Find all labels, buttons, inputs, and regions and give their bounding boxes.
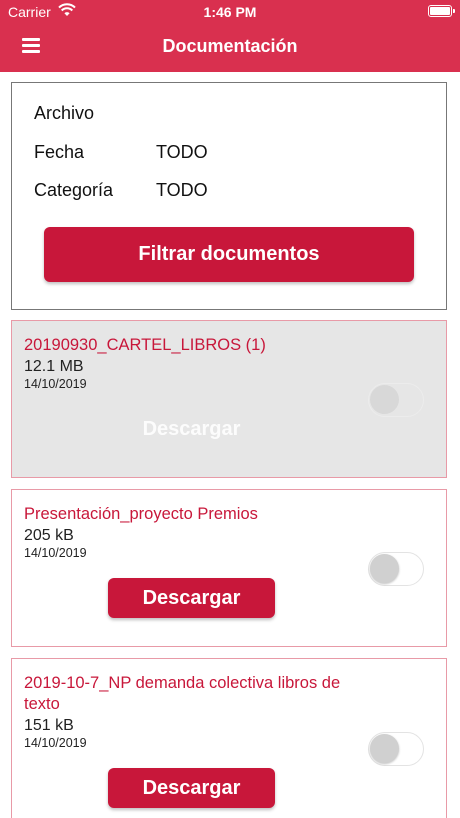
document-card: Presentación_proyecto Premios 205 kB 14/… bbox=[11, 489, 447, 647]
toggle-knob bbox=[370, 554, 399, 583]
document-title: Presentación_proyecto Premios bbox=[24, 505, 258, 523]
page-title: Documentación bbox=[162, 36, 298, 56]
document-card[interactable]: 20190930_CARTEL_LIBROS (1) 12.1 MB 14/10… bbox=[11, 320, 447, 478]
document-toggle[interactable] bbox=[368, 732, 424, 766]
filter-label: Categoría bbox=[34, 180, 114, 200]
filter-documents-button[interactable]: Filtrar documentos bbox=[44, 227, 414, 282]
download-button[interactable]: Descargar bbox=[108, 578, 275, 618]
filter-row-categoria[interactable]: Categoría TODO bbox=[34, 180, 208, 201]
download-button[interactable]: Descargar bbox=[108, 768, 275, 808]
download-button[interactable]: Descargar bbox=[108, 418, 275, 441]
status-bar: Carrier 1:46 PM bbox=[0, 0, 460, 24]
filter-label: Fecha bbox=[34, 142, 85, 162]
document-date: 14/10/2019 bbox=[24, 736, 87, 750]
filter-panel: Archivo Fecha TODO Categoría TODO Filtra… bbox=[11, 82, 447, 310]
filter-row-fecha[interactable]: Fecha TODO bbox=[34, 142, 208, 163]
toggle-knob bbox=[370, 734, 399, 763]
document-title: 20190930_CARTEL_LIBROS (1) bbox=[24, 336, 266, 354]
document-card: 2019-10-7_NP demanda colectiva libros de… bbox=[11, 658, 447, 818]
filter-row-archivo[interactable]: Archivo bbox=[34, 103, 94, 124]
document-date: 14/10/2019 bbox=[24, 546, 87, 560]
document-size: 151 kB bbox=[24, 717, 74, 734]
toggle-knob bbox=[370, 385, 399, 414]
filter-value: TODO bbox=[156, 142, 208, 162]
document-date: 14/10/2019 bbox=[24, 377, 87, 391]
document-toggle[interactable] bbox=[368, 383, 424, 417]
document-toggle[interactable] bbox=[368, 552, 424, 586]
document-size: 12.1 MB bbox=[24, 358, 84, 375]
filter-label: Archivo bbox=[34, 103, 95, 123]
status-time: 1:46 PM bbox=[203, 4, 257, 20]
filter-value: TODO bbox=[156, 180, 208, 200]
battery-icon bbox=[428, 5, 455, 17]
document-size: 205 kB bbox=[24, 527, 74, 544]
document-title: 2019-10-7_NP demanda colectiva libros de… bbox=[24, 674, 341, 713]
nav-bar: Documentación bbox=[0, 24, 460, 72]
